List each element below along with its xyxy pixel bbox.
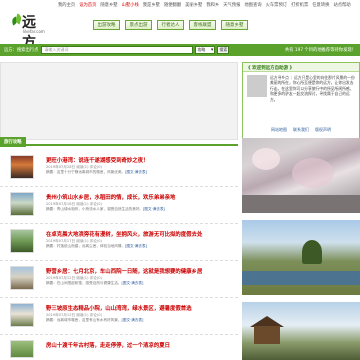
item-title[interactable]: 在卓克晨大地滨旁花有漫树，坐拥风火，旅游无可比拟的度假去处 bbox=[46, 230, 236, 238]
featured-photo-hut[interactable] bbox=[242, 302, 360, 360]
item-desc: 摘要：远离城市喧嚣，这里有山有水有好风景。[图文·满去表] bbox=[46, 318, 144, 322]
leaf-logo-icon bbox=[11, 13, 23, 26]
item-desc: 摘要：在山间搭起帐篷，感受自然与健康生活。[图文·满去表] bbox=[46, 281, 144, 285]
welcome-links: 网站地图 联系我们 版权声明 bbox=[243, 127, 359, 133]
top-link[interactable]: 设为首页 bbox=[79, 2, 96, 8]
copyright-link[interactable]: 版权声明 bbox=[315, 127, 331, 133]
welcome-title: 《 欢迎到远方自助游 》 bbox=[243, 63, 359, 72]
search-input[interactable]: 请输入关键词 bbox=[41, 46, 194, 54]
item-title[interactable]: 野营乡居：七月北京，车山西院一日随，这就是我想要的健康乡居 bbox=[46, 267, 236, 275]
contact-link[interactable]: 联系我们 bbox=[293, 127, 309, 133]
welcome-text: 远方寻乡点 ：远方只是心里的向往那片风景的一份美丽的所在，你心所至便是你的远方，… bbox=[270, 75, 355, 102]
tips-section-header: 旅行攻略 bbox=[0, 137, 238, 147]
top-link[interactable]: 任意转换 bbox=[312, 2, 329, 8]
item-tag[interactable]: [图文·满去表] bbox=[125, 170, 147, 174]
list-item[interactable]: 房山十渡千年古村落，走走停停，过一个清凉的夏日 bbox=[0, 335, 238, 360]
top-link[interactable]: 天气预报 bbox=[223, 2, 240, 8]
item-desc: 摘要：村落依山而建，远离尘嚣，体验当地风情。[图文·满去表] bbox=[46, 244, 147, 248]
search-type-select[interactable]: 攻略 bbox=[195, 46, 216, 54]
top-links-bar: 我的主页 设为首页 随意乡墅 山墅小栈 我是乡墅 随便翻翻 美丽乡墅 我和乡 天… bbox=[0, 0, 360, 9]
item-title[interactable]: 房山十渡千年古村落，走走停停，过一个清凉的夏日 bbox=[46, 341, 236, 349]
item-tag[interactable]: [图文·满去表] bbox=[121, 318, 143, 322]
search-bar: 远方：搜索出行点 请输入关键词 攻略 搜索 共有 197 个目的地推荐等待你发现… bbox=[0, 44, 360, 56]
item-thumbnail[interactable] bbox=[10, 155, 34, 179]
item-tag[interactable]: [图文·满去表] bbox=[121, 281, 143, 285]
item-tag[interactable]: [图文·满去表] bbox=[143, 207, 165, 211]
list-item[interactable]: 在卓克晨大地滨旁花有漫树，坐拥风火，旅游无可比拟的度假去处 2019年07月17… bbox=[0, 224, 238, 261]
item-desc: 摘要：青山绿水相伴，小桥流水人家，感受自然生活的美好。[图文·满去表] bbox=[46, 207, 165, 211]
item-thumbnail[interactable] bbox=[10, 229, 34, 253]
featured-photo-blossom[interactable] bbox=[242, 138, 360, 213]
top-link[interactable]: 火车票预订 bbox=[266, 2, 287, 8]
top-link[interactable]: 打折机票 bbox=[291, 2, 308, 8]
nav-attractions[interactable]: 景点出游 bbox=[125, 20, 152, 30]
item-title[interactable]: 更旺小港湾：说连千遂湖感受到奇妙之夜！ bbox=[46, 156, 236, 164]
item-desc: 摘要：这里十分宁静远离城市的喧嚣，风景优美。[图文·满去表] bbox=[46, 170, 147, 174]
nav-travelers[interactable]: 行者达人 bbox=[157, 20, 184, 30]
top-link[interactable]: 随便翻翻 bbox=[164, 2, 181, 8]
list-item[interactable]: 野三坡原生态精品小院，山山湾湾，绿水景区，避暑度假首选 2019年07月12日 … bbox=[0, 298, 238, 335]
top-link[interactable]: 随意乡墅 bbox=[100, 2, 117, 8]
top-link[interactable]: 站点帮助 bbox=[333, 2, 350, 8]
top-link[interactable]: 美丽乡墅 bbox=[185, 2, 202, 8]
site-logo[interactable]: 远方 likefar.com bbox=[11, 12, 46, 51]
search-label: 远方：搜索出行点 bbox=[4, 48, 39, 53]
top-link[interactable]: 地图查询 bbox=[244, 2, 261, 8]
nav-inns[interactable]: 客栈联盟 bbox=[189, 20, 216, 30]
item-title[interactable]: 贵州小筑山水乡居，水稻田的情，成长，欢乐弟弟亲地 bbox=[46, 193, 236, 201]
main-nav: 出游攻略 景点出游 行者达人 客栈联盟 随意乡墅 bbox=[93, 20, 248, 30]
item-thumbnail[interactable] bbox=[10, 192, 34, 216]
destination-count-text: 共有 197 个目的地推荐等待你发现！ bbox=[284, 48, 356, 53]
top-link[interactable]: 山墅小栈 bbox=[122, 2, 139, 8]
top-link[interactable]: 我是乡墅 bbox=[143, 2, 160, 8]
top-link[interactable]: 我的主页 bbox=[58, 2, 75, 8]
welcome-panel: 《 欢迎到远方自助游 》 远方寻乡点 ：远方只是心里的向往那片风景的一份美丽的所… bbox=[242, 62, 360, 140]
item-tag[interactable]: [图文·满去表] bbox=[125, 244, 147, 248]
nav-country-house[interactable]: 随意乡墅 bbox=[221, 20, 248, 30]
item-thumbnail[interactable] bbox=[10, 340, 34, 358]
nav-travel-guide[interactable]: 出游攻略 bbox=[93, 20, 120, 30]
banner-placeholder bbox=[0, 62, 238, 140]
welcome-image bbox=[247, 75, 267, 97]
logo-domain: likefar.com bbox=[23, 29, 45, 34]
top-link[interactable]: 我和乡 bbox=[206, 2, 219, 8]
list-item[interactable]: 更旺小港湾：说连千遂湖感受到奇妙之夜！ 2019年07月28日 阅读(1) 评论… bbox=[0, 150, 238, 187]
item-title[interactable]: 野三坡原生态精品小院，山山湾湾，绿水景区，避暑度假首选 bbox=[46, 304, 236, 312]
list-item[interactable]: 贵州小筑山水乡居，水稻田的情，成长，欢乐弟弟亲地 2019年07月18日 阅读(… bbox=[0, 187, 238, 224]
featured-photo-lake[interactable] bbox=[242, 220, 360, 295]
search-button[interactable]: 搜索 bbox=[217, 46, 230, 54]
item-thumbnail[interactable] bbox=[10, 266, 34, 290]
site-map-link[interactable]: 网站地图 bbox=[271, 127, 287, 133]
item-thumbnail[interactable] bbox=[10, 303, 34, 327]
tips-section-title: 旅行攻略 bbox=[0, 137, 26, 147]
list-item[interactable]: 野营乡居：七月北京，车山西院一日随，这就是我想要的健康乡居 2019年07月12… bbox=[0, 261, 238, 298]
